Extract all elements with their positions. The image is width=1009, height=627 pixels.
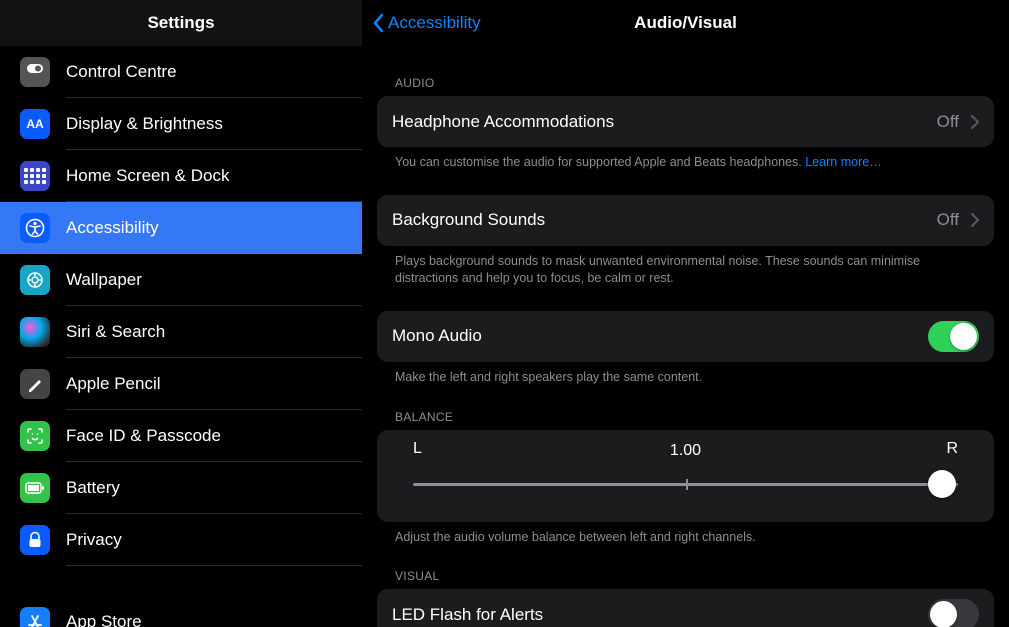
sidebar-item-label: Face ID & Passcode [66,426,221,446]
cell-title: Background Sounds [392,210,925,230]
sidebar-item-face-id[interactable]: Face ID & Passcode [0,410,362,462]
cell-value: Off [937,210,959,230]
mono-audio-toggle[interactable] [928,321,979,352]
balance-slider[interactable] [413,470,958,498]
balance-left-label: L [413,440,422,458]
sidebar-item-app-store[interactable]: App Store [0,596,362,627]
sidebar-item-siri-search[interactable]: Siri & Search [0,306,362,358]
sidebar-item-label: Privacy [66,530,122,550]
sidebar-item-label: Apple Pencil [66,374,161,394]
cell-value: Off [937,112,959,132]
pencil-icon [20,369,50,399]
balance-section-header: BALANCE [395,410,994,424]
led-flash-toggle[interactable] [928,599,979,627]
sidebar-item-label: Siri & Search [66,322,165,342]
chevron-left-icon [372,13,384,33]
chevron-right-icon [971,213,979,227]
headphone-note: You can customise the audio for supporte… [395,154,994,171]
sidebar-item-label: Home Screen & Dock [66,166,229,186]
sidebar-item-privacy[interactable]: Privacy [0,514,362,566]
cell-title: LED Flash for Alerts [392,605,916,625]
visual-section-header: VISUAL [395,569,994,583]
detail-header: Accessibility Audio/Visual [362,0,1009,46]
sidebar-item-battery[interactable]: Battery [0,462,362,514]
sidebar-item-label: Control Centre [66,62,177,82]
sidebar-item-accessibility[interactable]: Accessibility [0,202,362,254]
sidebar-item-home-screen[interactable]: Home Screen & Dock [0,150,362,202]
home-screen-icon [20,161,50,191]
cell-title: Headphone Accommodations [392,112,925,132]
siri-icon [20,317,50,347]
mono-note: Make the left and right speakers play th… [395,369,994,386]
sidebar-item-display-brightness[interactable]: AA Display & Brightness [0,98,362,150]
cell-background-sounds[interactable]: Background Sounds Off [377,195,994,246]
headphone-note-text: You can customise the audio for supporte… [395,155,805,169]
battery-icon [20,473,50,503]
app-store-icon [20,607,50,627]
sidebar-title: Settings [0,0,362,46]
balance-value: 1.00 [391,442,980,460]
audio-section-header: AUDIO [395,76,994,90]
accessibility-icon [20,213,50,243]
cell-title: Mono Audio [392,326,916,346]
cell-headphone-accommodations[interactable]: Headphone Accommodations Off [377,96,994,147]
back-button[interactable]: Accessibility [372,13,481,33]
sidebar-item-label: Wallpaper [66,270,142,290]
sidebar-item-apple-pencil[interactable]: Apple Pencil [0,358,362,410]
privacy-icon [20,525,50,555]
balance-note: Adjust the audio volume balance between … [395,529,994,546]
detail-pane: Accessibility Audio/Visual AUDIO Headpho… [362,0,1009,627]
detail-title: Audio/Visual [634,13,737,33]
balance-right-label: R [946,440,958,458]
control-centre-icon [20,57,50,87]
back-label: Accessibility [388,13,481,33]
balance-knob[interactable] [928,470,956,498]
background-note: Plays background sounds to mask unwanted… [395,253,994,287]
sidebar-item-label: App Store [66,612,142,627]
wallpaper-icon [20,265,50,295]
sidebar-item-label: Accessibility [66,218,159,238]
balance-card: L R 1.00 [377,430,994,522]
learn-more-link[interactable]: Learn more… [805,155,881,169]
sidebar-item-label: Display & Brightness [66,114,223,134]
cell-led-flash[interactable]: LED Flash for Alerts [377,589,994,627]
cell-mono-audio[interactable]: Mono Audio [377,311,994,362]
display-icon: AA [20,109,50,139]
settings-sidebar: Settings Control Centre AA Display & Bri… [0,0,362,627]
sidebar-item-label: Battery [66,478,120,498]
sidebar-item-wallpaper[interactable]: Wallpaper [0,254,362,306]
chevron-right-icon [971,115,979,129]
face-id-icon [20,421,50,451]
sidebar-item-control-centre[interactable]: Control Centre [0,46,362,98]
sidebar-list: Control Centre AA Display & Brightness H… [0,46,362,627]
